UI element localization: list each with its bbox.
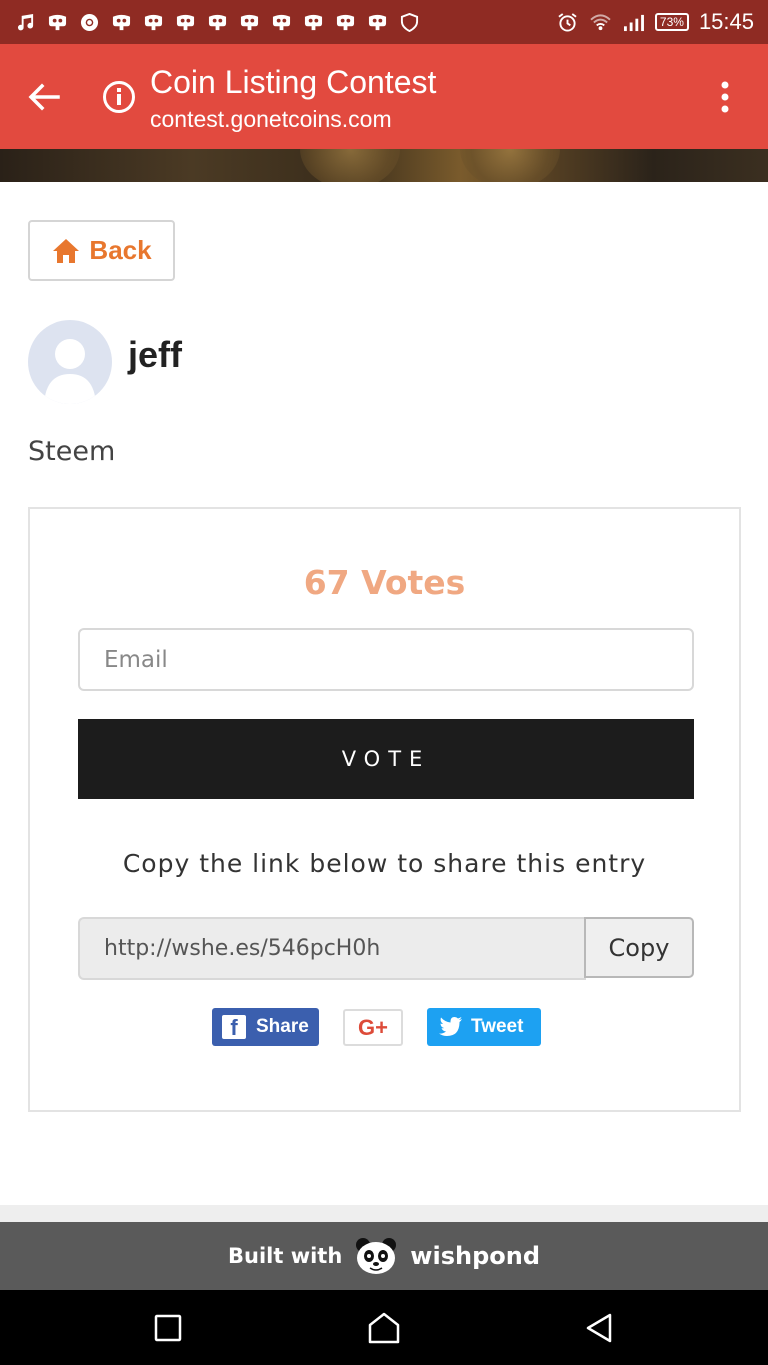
info-icon[interactable] — [102, 80, 136, 114]
notification-icon — [366, 13, 389, 32]
wifi-icon — [589, 13, 612, 32]
vote-card: 67 Votes VOTE Copy the link below to sha… — [28, 507, 741, 1112]
facebook-icon: f — [222, 1015, 246, 1039]
notification-icon — [110, 13, 133, 32]
google-plus-share-button[interactable]: G+ — [343, 1009, 403, 1046]
notification-icon — [270, 13, 293, 32]
vote-count: 67 Votes — [303, 563, 466, 602]
notification-icon — [238, 13, 261, 32]
tweet-label: Tweet — [471, 1016, 524, 1037]
back-arrow-icon[interactable] — [24, 77, 64, 117]
tweet-button[interactable]: Tweet — [427, 1008, 541, 1046]
status-bar: 73% 15:45 — [0, 0, 768, 44]
vote-button[interactable]: VOTE — [78, 719, 694, 799]
back-button[interactable]: Back — [28, 220, 175, 281]
notification-icon — [206, 13, 229, 32]
notification-icons — [14, 12, 421, 32]
facebook-share-label: Share — [256, 1016, 309, 1037]
notification-icon — [174, 13, 197, 32]
panda-logo-icon — [356, 1238, 397, 1274]
browser-toolbar: Coin Listing Contest contest.gonetcoins.… — [0, 44, 768, 149]
copy-button[interactable]: Copy — [584, 917, 694, 978]
avatar — [28, 320, 112, 404]
alarm-icon — [556, 12, 579, 32]
notification-icon — [46, 13, 69, 32]
battery-indicator: 73% — [654, 13, 689, 31]
music-note-icon — [14, 13, 37, 32]
notification-icon — [302, 13, 325, 32]
back-button-label: Back — [89, 235, 152, 265]
banner-coin — [300, 149, 400, 182]
overflow-menu-icon[interactable] — [710, 78, 740, 116]
facebook-share-button[interactable]: f Share — [212, 1008, 319, 1046]
page-title: Coin Listing Contest — [150, 64, 437, 100]
twitter-bird-icon — [439, 1017, 462, 1036]
shield-icon — [398, 12, 421, 32]
page-url[interactable]: contest.gonetcoins.com — [150, 106, 392, 133]
entry-text: Steem — [28, 436, 116, 467]
share-caption: Copy the link below to share this entry — [122, 849, 647, 878]
built-with-text: Built with — [228, 1244, 343, 1268]
footer-spacer — [0, 1205, 768, 1222]
notification-icon — [142, 13, 165, 32]
clock: 15:45 — [698, 9, 754, 34]
email-field[interactable] — [78, 628, 694, 691]
home-icon — [53, 238, 80, 263]
home-nav-icon[interactable] — [366, 1310, 402, 1346]
notification-icon — [334, 13, 357, 32]
entry-author: jeff — [128, 334, 182, 375]
system-navigation-bar — [0, 1290, 768, 1365]
back-nav-icon[interactable] — [582, 1310, 618, 1346]
footer[interactable]: Built with wishpond — [0, 1222, 768, 1290]
chrome-icon — [78, 13, 101, 32]
signal-icon — [622, 13, 645, 32]
header-banner-image — [0, 149, 768, 182]
wishpond-brand: wishpond — [410, 1242, 540, 1270]
banner-coin — [460, 149, 560, 182]
recent-apps-icon[interactable] — [150, 1310, 186, 1346]
share-link-field[interactable]: http://wshe.es/546pcH0h — [78, 917, 586, 980]
